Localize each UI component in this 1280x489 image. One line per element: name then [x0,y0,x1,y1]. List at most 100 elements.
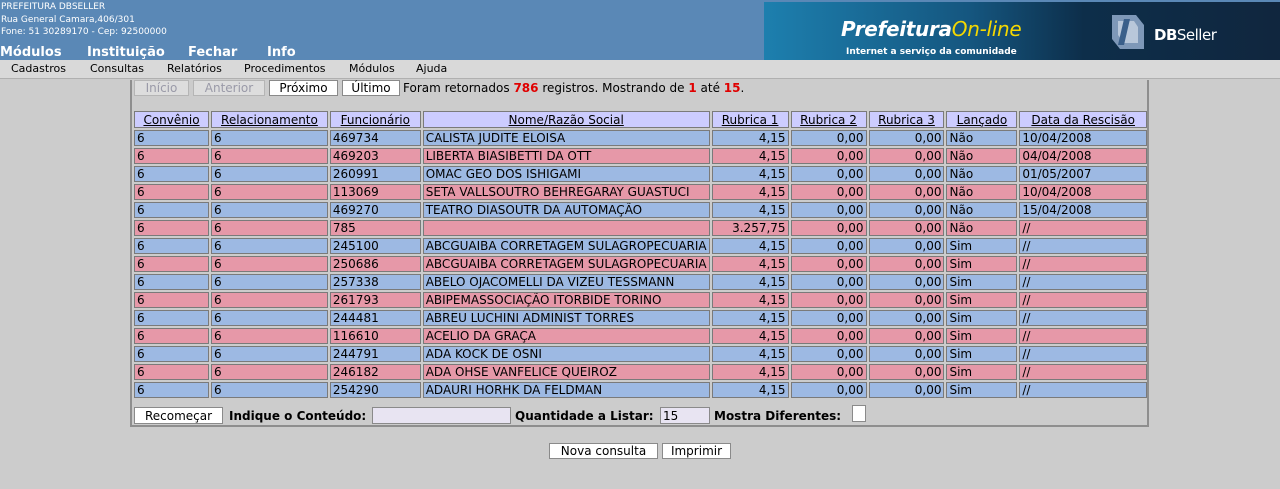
first-page-button[interactable]: Início [134,80,189,96]
show-different-checkbox[interactable] [852,405,866,422]
summary-total: 786 [513,81,539,95]
cell-rubrica1: 4,15 [711,148,789,164]
cell-nome: ADA KOCK DE OSNI [422,346,710,362]
cell-lancado: Sim [946,310,1018,326]
cell-funcionario: 257338 [329,274,421,290]
summary-prefix: Foram retornados [403,81,510,95]
menu-relatorios[interactable]: Relatórios [167,62,222,75]
print-button[interactable]: Imprimir [662,443,731,459]
cell-rubrica1: 4,15 [711,328,789,344]
menu-ajuda[interactable]: Ajuda [416,62,447,75]
table-row[interactable]: 6 6 254290 ADAURI HORHK DA FELDMAN 4,15 0,00 0… [134,382,1147,398]
cell-relacionamento: 6 [211,238,328,254]
cell-funcionario: 245100 [329,238,421,254]
cell-convenio: 6 [134,292,209,308]
table-row[interactable]: 6 6 244791 ADA KOCK DE OSNI 4,15 0,00 0,00 Sim /… [134,346,1147,362]
cell-data-rescisao: // [1019,346,1147,362]
cell-nome: TEATRO DIASOUTR DA AUTOMAÇÃO [422,202,710,218]
cell-rubrica1: 4,15 [711,238,789,254]
column-header-nome[interactable]: Nome/Razão Social [422,111,710,128]
cell-rubrica3: 0,00 [868,130,945,146]
dbseller-wordmark-light: Seller [1176,26,1217,44]
table-row[interactable]: 6 6 261793 ABIPEMASSOCIAÇÃO ITORBIDE TORINO… [134,292,1147,308]
table-row[interactable]: 6 6 469734 CALISTA JUDITE ELOISA 4,15 0,00 0,0… [134,130,1147,146]
cell-rubrica2: 0,00 [790,256,867,272]
cell-rubrica3: 0,00 [868,346,945,362]
cell-relacionamento: 6 [211,310,328,326]
column-header-convenio[interactable]: Convênio [134,111,209,128]
cell-data-rescisao: // [1019,310,1147,326]
top-menu-modulos[interactable]: Módulos [0,45,62,60]
table-row[interactable]: 6 6 469270 TEATRO DIASOUTR DA AUTOMAÇÃO 4,15… [134,202,1147,218]
cell-rubrica1: 4,15 [711,184,789,200]
cell-rubrica3: 0,00 [868,220,945,236]
cell-rubrica2: 0,00 [790,328,867,344]
show-different-label: Mostra Diferentes: [714,409,842,423]
content-input[interactable] [372,407,511,424]
cell-rubrica3: 0,00 [868,292,945,308]
cell-data-rescisao: // [1019,256,1147,272]
cell-rubrica2: 0,00 [790,166,867,182]
cell-relacionamento: 6 [211,346,328,362]
table-row[interactable]: 6 6 785 3.257,75 0,00 0,00 Não// [134,220,1147,236]
table-row[interactable]: 6 6 250686 ABCGUAIBA CORRETAGEM SULAGROPECU… [134,256,1147,272]
cell-rubrica2: 0,00 [790,148,867,164]
cell-funcionario: 244791 [329,346,421,362]
next-page-button[interactable]: Próximo [269,80,338,96]
column-header-rubrica3[interactable]: Rubrica 3 [868,111,945,128]
cell-convenio: 6 [134,382,209,398]
dbseller-wordmark-bold: DB [1154,26,1177,44]
column-header-funcionario[interactable]: Funcionário [329,111,421,128]
banner-tagline: Internet a serviço da comunidade [846,47,1017,57]
dbseller-wordmark: DBSeller [1154,26,1217,44]
table-row[interactable]: 6 6 116610 ACELIO DA GRAÇA 4,15 0,00 0,00 Sim// [134,328,1147,344]
restart-button[interactable]: Recomeçar [134,407,223,424]
table-row[interactable]: 6 6 257338 ABELO OJACOMELLI DA VIZEU TESSMA… [134,274,1147,290]
cell-nome: OMAC GEO DOS ISHIGAMI [422,166,710,182]
filter-bar: Recomeçar Indique o Conteúdo: Quantidade… [134,405,1149,424]
table-row[interactable]: 6 6 469203 LIBERTA BIASIBETTI DA OTT 4,15 0,0… [134,148,1147,164]
cell-convenio: 6 [134,130,209,146]
menu-cadastros[interactable]: Cadastros [11,62,66,75]
cell-rubrica2: 0,00 [790,310,867,326]
column-header-data-rescisao[interactable]: Data da Rescisão [1019,111,1147,128]
previous-page-button[interactable]: Anterior [193,80,265,96]
cell-lancado: Sim [946,382,1018,398]
cell-lancado: Sim [946,292,1018,308]
column-header-lancado[interactable]: Lançado [946,111,1018,128]
last-page-button[interactable]: Último [342,80,400,96]
top-menu-fechar[interactable]: Fechar [188,45,237,60]
cell-lancado: Não [946,130,1018,146]
new-query-button[interactable]: Nova consulta [549,443,658,459]
menu-modulos[interactable]: Módulos [349,62,395,75]
cell-rubrica2: 0,00 [790,130,867,146]
cell-nome: ACELIO DA GRAÇA [422,328,710,344]
summary-from: 1 [688,81,697,95]
table-row[interactable]: 6 6 245100 ABCGUAIBA CORRETAGEM SULAGROPECU… [134,238,1147,254]
cell-rubrica3: 0,00 [868,364,945,380]
table-row[interactable]: 6 6 246182 ADA OHSE VANFELICE QUEIROZ 4,15 0,… [134,364,1147,380]
column-header-rubrica1[interactable]: Rubrica 1 [711,111,789,128]
table-row[interactable]: 6 6 113069 SETA VALLSOUTRO BEHREGARAY GUAST… [134,184,1147,200]
top-menu-info[interactable]: Info [267,45,296,60]
cell-lancado: Sim [946,256,1018,272]
quantity-input[interactable] [660,407,710,424]
cell-convenio: 6 [134,364,209,380]
cell-funcionario: 469734 [329,130,421,146]
table-row[interactable]: 6 6 244481 ABREU LUCHINI ADMINIST TORRES 4,1… [134,310,1147,326]
cell-relacionamento: 6 [211,364,328,380]
table-row[interactable]: 6 6 260991 OMAC GEO DOS ISHIGAMI 4,15 0,00 0,0… [134,166,1147,182]
cell-rubrica1: 4,15 [711,364,789,380]
cell-nome: ABCGUAIBA CORRETAGEM SULAGROPECUARIA [422,238,710,254]
cell-rubrica3: 0,00 [868,238,945,254]
menu-procedimentos[interactable]: Procedimentos [244,62,326,75]
top-menu-instituicao[interactable]: Instituição [87,45,165,60]
org-address: Rua General Camara,406/301 [1,14,135,25]
cell-relacionamento: 6 [211,202,328,218]
cell-convenio: 6 [134,148,209,164]
column-header-relacionamento[interactable]: Relacionamento [211,111,328,128]
cell-rubrica3: 0,00 [868,310,945,326]
menu-consultas[interactable]: Consultas [90,62,144,75]
column-header-rubrica2[interactable]: Rubrica 2 [790,111,867,128]
cell-convenio: 6 [134,346,209,362]
